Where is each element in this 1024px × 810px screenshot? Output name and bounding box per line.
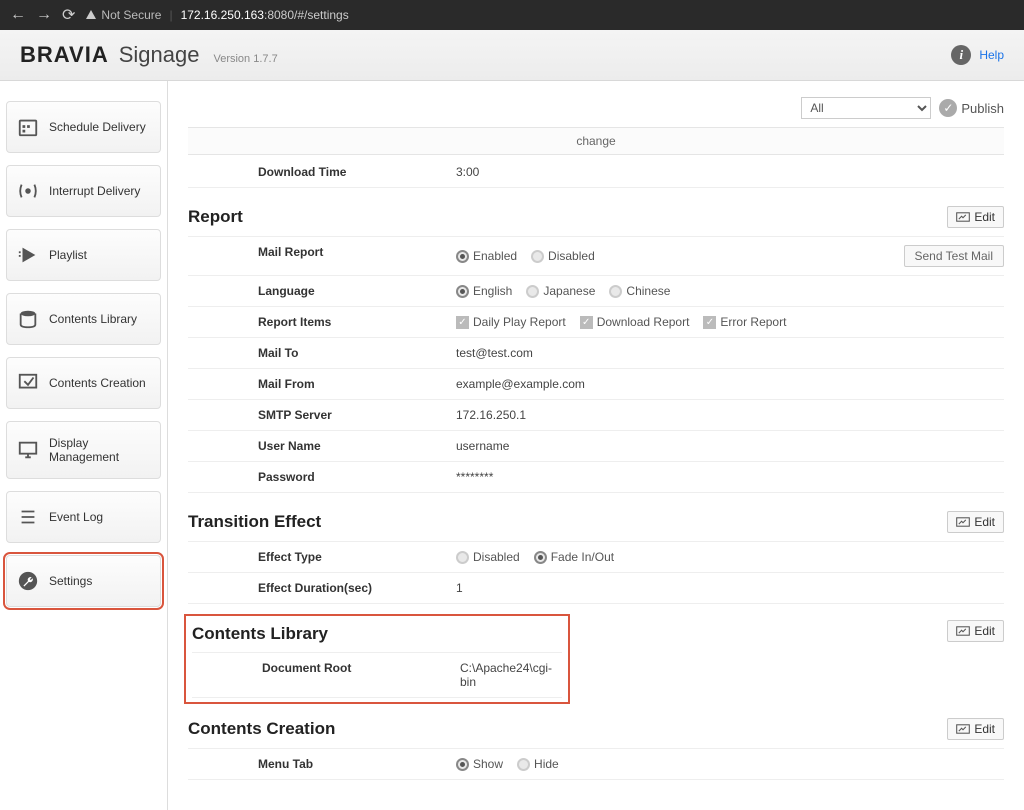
mail-report-enabled-radio[interactable]: Enabled bbox=[456, 249, 517, 263]
publish-label: Publish bbox=[961, 101, 1004, 116]
sidebar-item-event-log[interactable]: Event Log bbox=[6, 491, 161, 543]
calendar-icon bbox=[17, 116, 39, 138]
url-text[interactable]: 172.16.250.163:8080/#/settings bbox=[181, 8, 349, 22]
antenna-icon bbox=[17, 180, 39, 202]
mail-from-value: example@example.com bbox=[456, 377, 1004, 391]
contents-creation-edit-button[interactable]: Edit bbox=[947, 718, 1004, 740]
download-report-checkbox[interactable]: ✓Download Report bbox=[580, 315, 690, 329]
effect-type-label: Effect Type bbox=[188, 550, 456, 564]
effect-duration-value: 1 bbox=[456, 581, 1004, 595]
edit-icon bbox=[956, 517, 970, 527]
sidebar-item-label: Contents Library bbox=[49, 312, 137, 326]
logo-light: Signage bbox=[119, 42, 200, 68]
password-label: Password bbox=[188, 470, 456, 484]
sidebar-item-display-management[interactable]: Display Management bbox=[6, 421, 161, 479]
language-label: Language bbox=[188, 284, 456, 298]
sidebar-item-label: Schedule Delivery bbox=[49, 120, 146, 134]
download-time-label: Download Time bbox=[188, 165, 456, 179]
sidebar-item-label: Settings bbox=[49, 574, 92, 588]
sidebar-item-playlist[interactable]: Playlist bbox=[6, 229, 161, 281]
username-value: username bbox=[456, 439, 1004, 453]
create-icon bbox=[17, 372, 39, 394]
browser-bar: ← → ⟳ Not Secure | 172.16.250.163:8080/#… bbox=[0, 0, 1024, 30]
mail-to-label: Mail To bbox=[188, 346, 456, 360]
partial-change-row: change bbox=[188, 127, 1004, 155]
sidebar-item-label: Interrupt Delivery bbox=[49, 184, 140, 198]
mail-from-label: Mail From bbox=[188, 377, 456, 391]
daily-play-report-checkbox[interactable]: ✓Daily Play Report bbox=[456, 315, 566, 329]
warning-icon bbox=[85, 9, 97, 21]
contents-creation-title: Contents Creation bbox=[188, 719, 947, 739]
logo-bold: BRAVIA bbox=[20, 42, 109, 68]
reload-icon[interactable]: ⟳ bbox=[62, 5, 75, 25]
edit-icon bbox=[956, 724, 970, 734]
password-value: ******** bbox=[456, 470, 1004, 484]
sidebar-item-label: Event Log bbox=[49, 510, 103, 524]
filter-select[interactable]: All bbox=[801, 97, 931, 119]
contents-library-highlight: Contents Library Document Root C:\Apache… bbox=[188, 618, 566, 700]
sidebar-item-label: Playlist bbox=[49, 248, 87, 262]
sidebar-item-contents-library[interactable]: Contents Library bbox=[6, 293, 161, 345]
report-edit-button[interactable]: Edit bbox=[947, 206, 1004, 228]
display-icon bbox=[17, 439, 39, 461]
version-text: Version 1.7.7 bbox=[213, 53, 277, 65]
sidebar-item-label: Contents Creation bbox=[49, 376, 146, 390]
not-secure-text: Not Secure bbox=[101, 8, 161, 22]
effect-fade-radio[interactable]: Fade In/Out bbox=[534, 550, 614, 564]
send-test-mail-button[interactable]: Send Test Mail bbox=[904, 245, 1005, 267]
sidebar: Schedule Delivery Interrupt Delivery Pla… bbox=[0, 81, 168, 810]
menu-tab-show-radio[interactable]: Show bbox=[456, 757, 503, 771]
contents-library-title: Contents Library bbox=[192, 624, 562, 652]
language-japanese-radio[interactable]: Japanese bbox=[526, 284, 595, 298]
play-icon bbox=[17, 244, 39, 266]
document-root-value: C:\Apache24\cgi-bin bbox=[460, 661, 562, 689]
info-icon[interactable]: i bbox=[951, 45, 971, 65]
wrench-icon bbox=[17, 570, 39, 592]
contents-library-edit-button[interactable]: Edit bbox=[947, 620, 1004, 642]
transition-edit-button[interactable]: Edit bbox=[947, 511, 1004, 533]
help-link[interactable]: Help bbox=[979, 48, 1004, 62]
edit-icon bbox=[956, 626, 970, 636]
sidebar-item-interrupt-delivery[interactable]: Interrupt Delivery bbox=[6, 165, 161, 217]
report-title: Report bbox=[188, 207, 947, 227]
transition-title: Transition Effect bbox=[188, 512, 947, 532]
error-report-checkbox[interactable]: ✓Error Report bbox=[703, 315, 786, 329]
language-english-radio[interactable]: English bbox=[456, 284, 512, 298]
main-content: All ✓ Publish change Download Time 3:00 … bbox=[168, 81, 1024, 810]
forward-icon[interactable]: → bbox=[36, 6, 52, 24]
effect-duration-label: Effect Duration(sec) bbox=[188, 581, 456, 595]
sidebar-item-settings[interactable]: Settings bbox=[6, 555, 161, 607]
back-icon[interactable]: ← bbox=[10, 6, 26, 24]
menu-tab-hide-radio[interactable]: Hide bbox=[517, 757, 559, 771]
not-secure-badge: Not Secure bbox=[85, 8, 161, 22]
logo-area: BRAVIA Signage Version 1.7.7 bbox=[20, 42, 278, 68]
mail-to-value: test@test.com bbox=[456, 346, 1004, 360]
publish-button[interactable]: ✓ Publish bbox=[939, 99, 1004, 117]
check-icon: ✓ bbox=[939, 99, 957, 117]
sidebar-item-label: Display Management bbox=[49, 436, 150, 464]
smtp-value: 172.16.250.1 bbox=[456, 408, 1004, 422]
download-time-value: 3:00 bbox=[456, 165, 1004, 179]
database-icon bbox=[17, 308, 39, 330]
mail-report-label: Mail Report bbox=[188, 245, 456, 267]
document-root-label: Document Root bbox=[192, 661, 460, 689]
app-header: BRAVIA Signage Version 1.7.7 i Help bbox=[0, 30, 1024, 81]
list-icon bbox=[17, 506, 39, 528]
menu-tab-label: Menu Tab bbox=[188, 757, 456, 771]
language-chinese-radio[interactable]: Chinese bbox=[609, 284, 670, 298]
effect-disabled-radio[interactable]: Disabled bbox=[456, 550, 520, 564]
sidebar-item-contents-creation[interactable]: Contents Creation bbox=[6, 357, 161, 409]
mail-report-disabled-radio[interactable]: Disabled bbox=[531, 249, 595, 263]
report-items-label: Report Items bbox=[188, 315, 456, 329]
sidebar-item-schedule-delivery[interactable]: Schedule Delivery bbox=[6, 101, 161, 153]
username-label: User Name bbox=[188, 439, 456, 453]
edit-icon bbox=[956, 212, 970, 222]
change-text: change bbox=[576, 134, 615, 148]
smtp-label: SMTP Server bbox=[188, 408, 456, 422]
